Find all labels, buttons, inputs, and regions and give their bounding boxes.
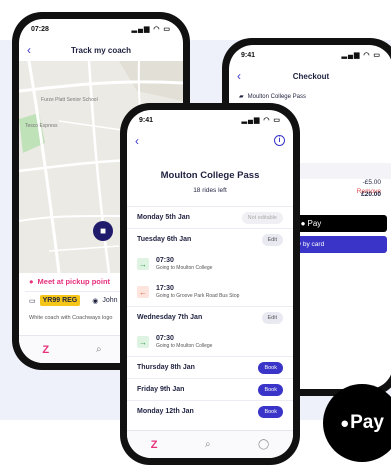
ride-item[interactable]: ← 17:30 Going to Groove Park Road Bus St… xyxy=(127,278,293,306)
profile-icon[interactable]: ◯ xyxy=(258,439,269,450)
pass-navbar: ‹ i xyxy=(127,130,293,152)
book-button[interactable]: Book xyxy=(258,383,283,396)
pass-tabbar: Z ⌕ ◯ xyxy=(127,430,293,458)
pin-icon: ● xyxy=(29,277,34,286)
edit-button[interactable]: Edit xyxy=(261,233,283,246)
coach-icon: ▭ xyxy=(29,297,36,305)
avatar: ◉ xyxy=(92,297,99,305)
track-navbar: ‹ Track my coach xyxy=(19,39,183,61)
ride-time: 07:30 xyxy=(156,257,174,264)
status-bar: 9:41 ▂▄▆ ◠ ▭ xyxy=(127,110,293,130)
map-label-school: Furze Platt Senior School xyxy=(41,97,98,103)
pickup-label: Meet at pickup point xyxy=(37,277,111,286)
not-editable-badge: Not editable xyxy=(241,211,283,224)
pass-title: Moulton College Pass xyxy=(160,170,260,181)
day-row: Wednesday 7th Jan Edit xyxy=(127,306,293,328)
total-amount: £20.00 xyxy=(361,191,381,198)
ride-destination: Going to Moulton College xyxy=(156,343,213,349)
arrow-right-icon: → xyxy=(137,258,149,270)
coach-description: White coach with Coachways logo xyxy=(29,315,113,321)
checkout-navbar: ‹ Checkout xyxy=(229,65,391,87)
edit-button[interactable]: Edit xyxy=(261,311,283,324)
arrow-right-icon: → xyxy=(137,336,149,348)
status-time: 9:41 xyxy=(139,116,154,124)
day-row: Friday 9th Jan Book xyxy=(127,378,293,400)
driver-name: John xyxy=(102,297,118,304)
status-icons: ▂▄▆ ◠ ▭ xyxy=(241,117,281,124)
apple-icon: ● xyxy=(300,219,306,228)
info-icon[interactable]: i xyxy=(274,135,285,146)
day-label: Wednesday 7th Jan xyxy=(137,314,203,321)
status-icons: ▂▄▆ ◠ ▭ xyxy=(341,52,381,59)
ride-time: 17:30 xyxy=(156,285,174,292)
day-label: Tuesday 6th Jan xyxy=(137,236,192,243)
coach-row: ▭ YR99 REG ◉ John xyxy=(29,295,118,306)
ride-time: 07:30 xyxy=(156,335,174,342)
phone-pass-detail: 9:41 ▂▄▆ ◠ ▭ ‹ i Moulton College Pass 18… xyxy=(120,103,300,465)
arrow-left-icon: ← xyxy=(137,286,149,298)
pickup-row: ● Meet at pickup point xyxy=(29,277,110,286)
day-label: Monday 5th Jan xyxy=(137,214,190,221)
day-row: Thursday 8th Jan Book xyxy=(127,356,293,378)
status-bar: 07:28 ▂▄▆ ◠ ▭ xyxy=(19,19,183,39)
apple-icon: ● xyxy=(340,414,350,432)
page-title: Track my coach xyxy=(70,45,132,55)
page-title: Checkout xyxy=(292,71,330,81)
ride-destination: Going to Moulton College xyxy=(156,265,213,271)
ticket-icon: ▰ xyxy=(239,94,244,100)
back-chevron-icon[interactable]: ‹ xyxy=(27,43,31,57)
day-label: Monday 12th Jan xyxy=(137,408,194,415)
status-time: 9:41 xyxy=(241,51,256,59)
apple-pay-badge: ● Pay xyxy=(323,384,391,462)
checkout-pass-name: Moulton College Pass xyxy=(247,93,306,100)
day-row: Tuesday 6th Jan Edit xyxy=(127,228,293,250)
ride-item[interactable]: → 07:30 Going to Moulton College xyxy=(127,250,293,278)
bus-icon[interactable]: ■ xyxy=(93,221,113,241)
day-label: Friday 9th Jan xyxy=(137,386,185,393)
reg-plate: YR99 REG xyxy=(39,295,81,306)
book-button[interactable]: Book xyxy=(258,405,283,418)
apple-pay-badge-label: Pay xyxy=(350,412,384,433)
ride-item[interactable]: → 07:30 Going to Moulton College xyxy=(127,328,293,356)
pay-by-card-label: y by card xyxy=(297,241,325,248)
apple-pay-label: Pay xyxy=(307,219,322,228)
back-chevron-icon[interactable]: ‹ xyxy=(237,69,241,83)
rides-left: 18 rides left xyxy=(193,187,227,194)
day-label: Thursday 8th Jan xyxy=(137,364,195,371)
status-icons: ▂▄▆ ◠ ▭ xyxy=(131,26,171,33)
brand-tab-icon[interactable]: Z xyxy=(42,344,49,356)
day-row: Monday 12th Jan Book xyxy=(127,400,293,422)
search-icon[interactable]: ⌕ xyxy=(96,344,102,355)
pass-screen: 9:41 ▂▄▆ ◠ ▭ ‹ i Moulton College Pass 18… xyxy=(127,110,293,458)
status-bar: 9:41 ▂▄▆ ◠ ▭ xyxy=(229,45,391,65)
ride-destination: Going to Groove Park Road Bus Stop xyxy=(156,293,240,299)
search-icon[interactable]: ⌕ xyxy=(205,439,211,450)
status-time: 07:28 xyxy=(31,25,49,33)
discount-amount: -£5.00 xyxy=(362,179,381,186)
map-label-tesco: Tesco Express xyxy=(25,123,58,129)
back-chevron-icon[interactable]: ‹ xyxy=(135,134,139,148)
brand-tab-icon[interactable]: Z xyxy=(151,439,158,451)
day-row: Monday 5th Jan Not editable xyxy=(127,206,293,228)
book-button[interactable]: Book xyxy=(258,361,283,374)
